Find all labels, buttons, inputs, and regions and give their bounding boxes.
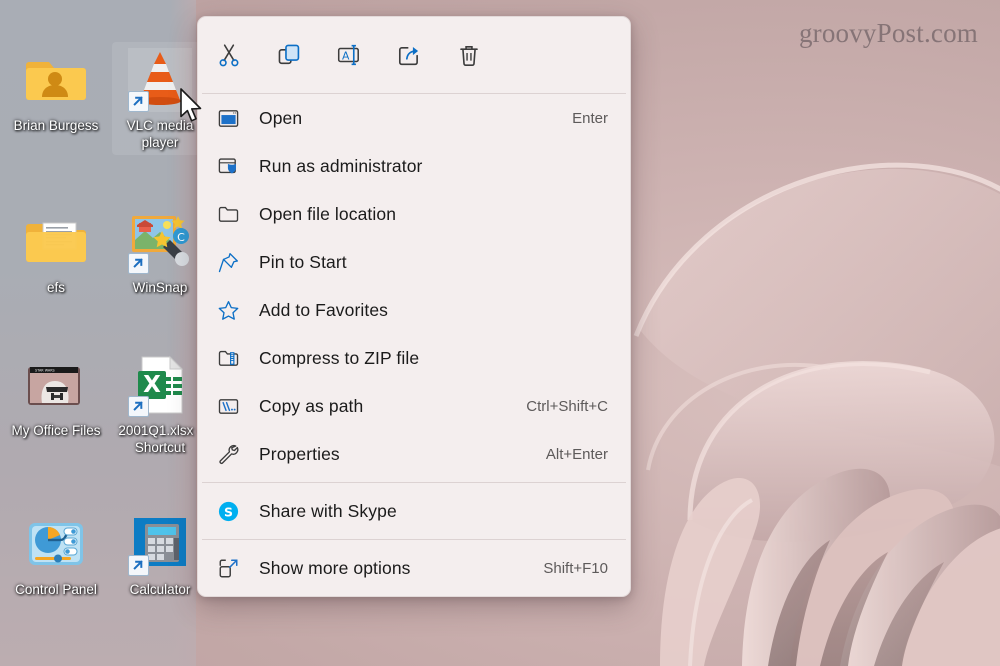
desktop-icon-label: Control Panel	[15, 582, 97, 597]
menu-item-share-with-skype[interactable]: S Share with Skype	[198, 487, 630, 535]
context-menu-group-share: S Share with Skype	[198, 483, 630, 539]
winsnap-icon: C	[128, 210, 192, 274]
context-menu-toolbar: A	[198, 17, 630, 93]
shortcut-arrow-badge	[128, 396, 149, 417]
desktop-icon-control-panel[interactable]: Control Panel	[8, 512, 104, 598]
menu-item-label: Copy as path	[259, 395, 364, 416]
desktop-icon-2001q1-xlsx-shortcut[interactable]: X 2001Q1.xlsx - Shortcut	[112, 353, 208, 456]
desktop-icon-my-office-files[interactable]: STAR WARS My Office Files	[8, 353, 104, 439]
skype-icon: S	[214, 497, 242, 525]
mouse-cursor	[179, 88, 205, 131]
svg-text:A: A	[342, 49, 350, 62]
excel-document-icon: X	[128, 353, 192, 417]
calculator-icon	[128, 512, 192, 576]
open-window-icon	[214, 104, 242, 132]
menu-item-open-file-location[interactable]: Open file location	[198, 190, 630, 238]
menu-item-pin-to-start[interactable]: Pin to Start	[198, 238, 630, 286]
desktop-icon-label: WinSnap	[132, 280, 188, 295]
site-watermark: groovyPost.com	[798, 18, 978, 48]
menu-item-label: Show more options	[259, 557, 411, 578]
pin-icon	[214, 248, 242, 276]
menu-item-copy-as-path[interactable]: Copy as path Ctrl+Shift+C	[198, 382, 630, 430]
menu-item-run-as-administrator[interactable]: Run as administrator	[198, 142, 630, 190]
menu-item-accelerator: Shift+F10	[543, 559, 608, 577]
menu-item-properties[interactable]: Properties Alt+Enter	[198, 430, 630, 478]
desktop-icon-label: Calculator	[129, 582, 191, 597]
user-folder-icon	[24, 48, 88, 112]
desktop-icon-efs[interactable]: efs	[8, 210, 104, 296]
svg-text:C: C	[177, 231, 185, 244]
menu-item-label: Pin to Start	[259, 251, 347, 272]
svg-text:STAR WARS: STAR WARS	[35, 369, 55, 373]
menu-item-accelerator: Ctrl+Shift+C	[526, 397, 608, 415]
desktop-icon-label: 2001Q1.xlsx - Shortcut	[118, 423, 202, 455]
svg-text:S: S	[224, 504, 233, 519]
delete-icon[interactable]	[452, 38, 486, 72]
star-icon	[214, 296, 242, 324]
context-menu[interactable]: A Open Enter Run as administrator Open f…	[197, 16, 631, 597]
menu-item-accelerator: Enter	[572, 109, 608, 127]
shortcut-arrow-badge	[128, 253, 149, 274]
desktop-icon-label: My Office Files	[11, 423, 101, 438]
wrench-icon	[214, 440, 242, 468]
desktop-icon-calculator[interactable]: Calculator	[112, 512, 208, 598]
cut-icon[interactable]	[212, 38, 246, 72]
menu-item-label: Compress to ZIP file	[259, 347, 420, 368]
menu-item-label: Properties	[259, 443, 340, 464]
menu-item-label: Share with Skype	[259, 500, 397, 521]
menu-item-add-to-favorites[interactable]: Add to Favorites	[198, 286, 630, 334]
copy-path-icon	[214, 392, 242, 420]
menu-item-label: Run as administrator	[259, 155, 423, 176]
menu-item-show-more-options[interactable]: Show more options Shift+F10	[198, 544, 630, 592]
menu-item-label: Add to Favorites	[259, 299, 389, 320]
control-panel-icon	[24, 512, 88, 576]
zip-folder-icon	[214, 344, 242, 372]
desktop-icon-label: efs	[46, 280, 65, 295]
shortcut-arrow-badge	[128, 555, 149, 576]
menu-item-accelerator: Alt+Enter	[545, 445, 608, 463]
desktop-icon-brian-burgess[interactable]: Brian Burgess	[8, 48, 104, 134]
context-menu-group-primary: Open Enter Run as administrator Open fil…	[198, 94, 630, 482]
menu-item-label: Open	[259, 107, 303, 128]
desktop-icon-winsnap[interactable]: C WinSnap	[112, 210, 208, 296]
expand-icon	[214, 554, 242, 582]
menu-item-compress-to-zip-file[interactable]: Compress to ZIP file	[198, 334, 630, 382]
desktop-screen: groovyPost.com Brian Burgess VLC media p…	[0, 0, 1000, 666]
share-icon[interactable]	[392, 38, 426, 72]
copy-icon[interactable]	[272, 38, 306, 72]
context-menu-group-more: Show more options Shift+F10	[198, 540, 630, 596]
folder-icon	[214, 200, 242, 228]
svg-text:X: X	[143, 372, 161, 398]
desktop-icon-label: Brian Burgess	[13, 118, 99, 133]
shield-window-icon	[214, 152, 242, 180]
shortcut-arrow-badge	[128, 91, 149, 112]
menu-item-open[interactable]: Open Enter	[198, 94, 630, 142]
custom-folder-icon: STAR WARS	[24, 353, 88, 417]
document-folder-icon	[24, 210, 88, 274]
rename-icon[interactable]: A	[332, 38, 366, 72]
menu-item-label: Open file location	[259, 203, 397, 224]
